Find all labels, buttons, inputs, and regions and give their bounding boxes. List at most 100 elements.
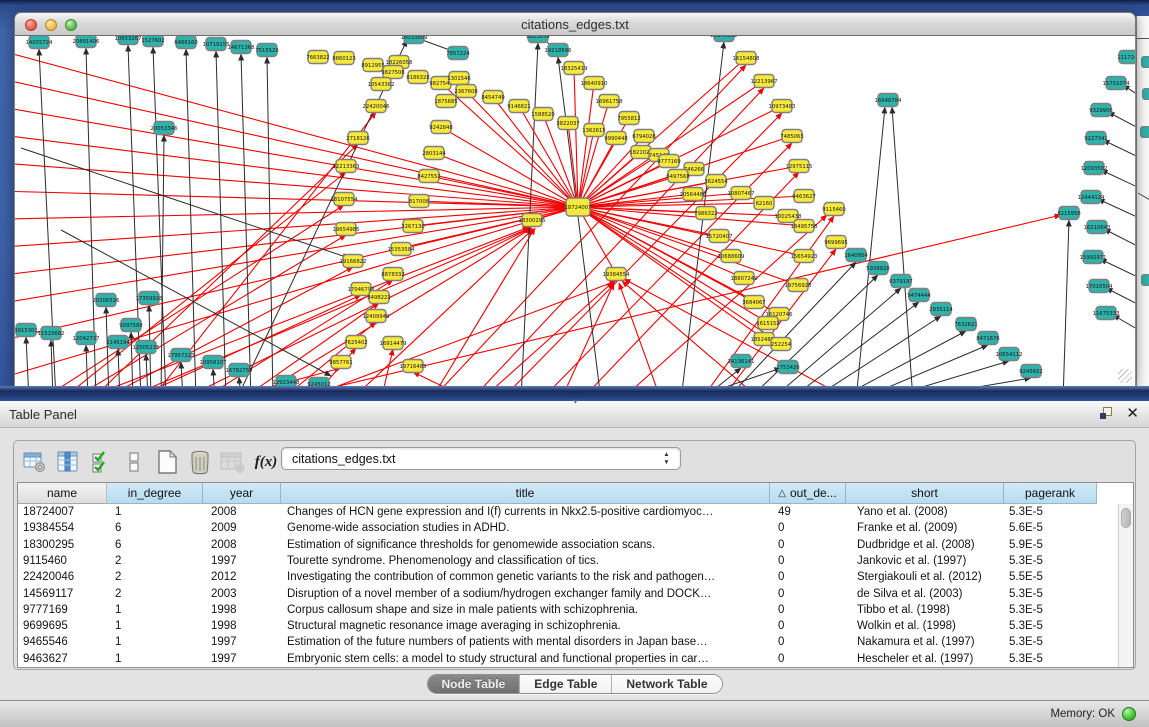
network-node[interactable]: 19384554 [603,268,631,281]
network-edge[interactable] [15,160,578,207]
network-edge[interactable] [1063,220,1069,386]
network-node[interactable]: 9146821 [507,100,531,113]
network-node[interactable]: 1527602 [141,36,165,47]
table-cell[interactable]: Investigating the contribution of common… [281,569,770,585]
network-node[interactable]: 6794028 [632,130,656,143]
table-cell[interactable]: Franke et al. (2009) [846,520,1004,536]
scrollbar-thumb[interactable] [1121,508,1131,528]
network-node[interactable]: 18300295 [519,214,546,227]
network-node[interactable]: 19716485 [400,360,427,373]
network-node[interactable]: 7625402 [344,336,368,349]
table-cell[interactable]: 6 [107,520,203,536]
network-node[interactable]: 7663822 [306,51,330,64]
network-node[interactable]: 8427552 [417,170,441,183]
network-node[interactable]: 1875685 [434,95,458,108]
network-node[interactable]: 3624554 [704,175,728,188]
table-cell[interactable]: 2012 [203,569,281,585]
network-node[interactable]: 12042737 [73,332,100,345]
table-cell[interactable]: 5.5E-5 [1004,569,1097,585]
network-edge[interactable] [1101,170,1136,198]
network-edge[interactable] [578,83,594,207]
network-edge[interactable] [239,377,241,386]
network-node[interactable]: 18107554 [331,193,359,206]
table-cell[interactable]: 5.3E-5 [1004,651,1097,667]
function-builder-icon[interactable]: f(x) [251,447,281,477]
network-edge[interactable] [622,281,761,386]
table-cell[interactable]: 0 [770,569,846,585]
table-cell[interactable]: 5.3E-5 [1004,504,1097,520]
table-cell[interactable]: 2008 [203,537,281,553]
network-node[interactable]: 5938928 [866,262,890,275]
memory-ok-indicator-icon[interactable] [1122,707,1136,721]
float-panel-icon[interactable] [1100,407,1115,422]
column-header-year[interactable]: year [203,483,281,504]
network-node[interactable]: 11675333 [1093,307,1120,320]
network-node[interactable]: 10958107 [200,356,227,369]
table-cell[interactable]: Dudbridge et al. (2008) [846,537,1004,553]
network-edge[interactable] [161,135,164,386]
new-table-icon[interactable] [152,447,182,477]
table-cell[interactable]: 1997 [203,651,281,667]
network-edge[interactable] [858,345,988,386]
table-cell[interactable]: 0 [770,618,846,634]
table-cell[interactable]: Structural magnetic resonance image aver… [281,618,770,634]
select-all-checks-icon[interactable] [86,447,116,477]
table-cell[interactable]: Genome-wide association studies in ADHD. [281,520,770,536]
network-node[interactable]: 8860123 [332,52,356,65]
delete-table-icon[interactable] [185,447,215,477]
network-node[interactable]: 62160 [754,197,774,210]
network-node[interactable]: 2935114 [929,303,953,316]
table-settings-icon[interactable] [20,447,50,477]
table-cell[interactable]: Corpus callosum shape and size in male p… [281,602,770,618]
network-node[interactable]: 11515682 [38,327,65,340]
table-cell[interactable]: 0 [770,651,846,667]
table-cell[interactable]: Embryonic stem cells: a model to study s… [281,651,770,667]
network-node[interactable]: 20053346 [151,122,179,135]
table-row[interactable]: 1456911722003Disruption of a novel membe… [18,586,1118,602]
network-edge[interactable] [151,112,376,386]
network-node[interactable]: 12505135 [133,341,160,354]
network-edge[interactable] [15,207,578,350]
network-edge[interactable] [1103,140,1136,168]
network-node[interactable]: 8454749 [481,91,505,104]
table-cell[interactable]: 49 [770,504,846,520]
network-edge[interactable] [26,337,29,386]
network-edge[interactable] [15,130,578,207]
network-node[interactable]: 15992971 [1080,251,1107,264]
table-cell[interactable]: 2003 [203,586,281,602]
table-row[interactable]: 1830029562008Estimation of significance … [18,537,1118,553]
table-cell[interactable]: 1 [107,602,203,618]
table-row[interactable]: 1872400712008Changes of HCN gene express… [18,504,1118,520]
network-edge[interactable] [181,228,531,386]
network-node[interactable]: 8878332 [381,268,405,281]
network-node[interactable]: 9699695 [824,236,848,249]
table-cell[interactable]: 9463627 [18,651,107,667]
table-cell[interactable]: 0 [770,602,846,618]
network-edge[interactable] [413,372,471,386]
network-edge[interactable] [153,47,166,386]
table-cell[interactable]: Changes of HCN gene expression and I(f) … [281,504,770,520]
network-node[interactable]: 2803144 [422,147,446,160]
table-cell[interactable]: Disruption of a novel member of a sodium… [281,586,770,602]
network-edge[interactable] [558,57,601,386]
network-node[interactable]: 12093582 [1081,162,1108,175]
network-edge[interactable] [61,172,346,386]
table-cell[interactable]: 22420046 [18,569,107,585]
column-header-in_degree[interactable]: in_degree [107,483,203,504]
network-node[interactable]: 9245652 [1019,365,1043,378]
network-edge[interactable] [836,331,966,386]
network-node[interactable]: 9115460 [822,203,846,216]
network-edge[interactable] [1104,229,1136,258]
table-row[interactable]: 946554611997Estimation of the future num… [18,634,1118,650]
network-edge[interactable] [856,107,885,386]
network-node[interactable]: 1301546 [447,72,471,85]
tab-node-table[interactable]: Node Table [427,675,520,693]
network-node[interactable]: 9227341 [1084,132,1108,145]
table-cell[interactable]: 9777169 [18,602,107,618]
network-node[interactable]: 10653267 [115,36,142,45]
network-edge[interactable] [121,228,530,386]
network-node[interactable]: 1117241 [1117,51,1136,64]
table-cell[interactable]: 2009 [203,520,281,536]
network-node[interactable]: 12213363 [333,160,360,173]
table-cell[interactable]: Stergiakouli et al. (2012) [846,569,1004,585]
